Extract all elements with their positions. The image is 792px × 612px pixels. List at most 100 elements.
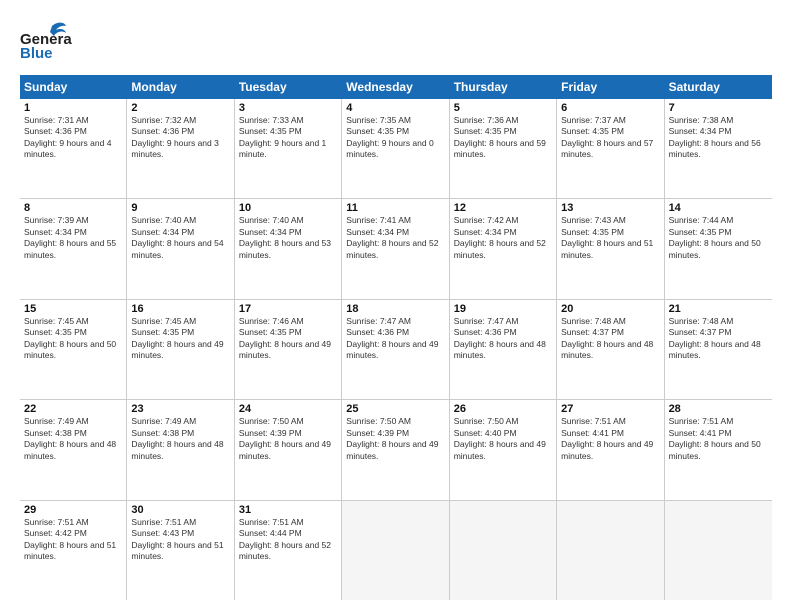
day-info: Sunrise: 7:37 AM Sunset: 4:35 PM Dayligh… <box>561 115 659 161</box>
day-info: Sunrise: 7:51 AM Sunset: 4:43 PM Dayligh… <box>131 517 229 563</box>
daylight-label: Daylight: 8 hours and 50 minutes. <box>669 238 761 259</box>
day-number: 20 <box>561 303 659 315</box>
sunrise-label: Sunrise: 7:35 AM <box>346 115 411 125</box>
day-info: Sunrise: 7:41 AM Sunset: 4:34 PM Dayligh… <box>346 215 444 261</box>
daylight-label: Daylight: 8 hours and 49 minutes. <box>561 439 653 460</box>
day-info: Sunrise: 7:31 AM Sunset: 4:36 PM Dayligh… <box>24 115 122 161</box>
sunset-label: Sunset: 4:38 PM <box>131 428 194 438</box>
day-number: 12 <box>454 202 552 214</box>
sunset-label: Sunset: 4:35 PM <box>346 126 409 136</box>
sunrise-label: Sunrise: 7:51 AM <box>131 517 196 527</box>
day-info: Sunrise: 7:51 AM Sunset: 4:42 PM Dayligh… <box>24 517 122 563</box>
day-cell-5: 5 Sunrise: 7:36 AM Sunset: 4:35 PM Dayli… <box>450 99 557 198</box>
daylight-label: Daylight: 8 hours and 56 minutes. <box>669 138 761 159</box>
sunset-label: Sunset: 4:34 PM <box>454 227 517 237</box>
day-cell-30: 30 Sunrise: 7:51 AM Sunset: 4:43 PM Dayl… <box>127 501 234 600</box>
sunset-label: Sunset: 4:39 PM <box>239 428 302 438</box>
empty-cell <box>342 501 449 600</box>
sunset-label: Sunset: 4:36 PM <box>24 126 87 136</box>
week-row-3: 15 Sunrise: 7:45 AM Sunset: 4:35 PM Dayl… <box>20 300 772 400</box>
day-cell-24: 24 Sunrise: 7:50 AM Sunset: 4:39 PM Dayl… <box>235 400 342 499</box>
svg-text:Blue: Blue <box>20 45 53 60</box>
sunrise-label: Sunrise: 7:45 AM <box>131 316 196 326</box>
day-number: 25 <box>346 403 444 415</box>
day-info: Sunrise: 7:51 AM Sunset: 4:41 PM Dayligh… <box>561 416 659 462</box>
sunset-label: Sunset: 4:44 PM <box>239 528 302 538</box>
daylight-label: Daylight: 9 hours and 0 minutes. <box>346 138 433 159</box>
day-info: Sunrise: 7:44 AM Sunset: 4:35 PM Dayligh… <box>669 215 768 261</box>
header-friday: Friday <box>557 75 664 99</box>
sunset-label: Sunset: 4:36 PM <box>346 327 409 337</box>
day-info: Sunrise: 7:38 AM Sunset: 4:34 PM Dayligh… <box>669 115 768 161</box>
day-number: 27 <box>561 403 659 415</box>
day-number: 28 <box>669 403 768 415</box>
day-cell-4: 4 Sunrise: 7:35 AM Sunset: 4:35 PM Dayli… <box>342 99 449 198</box>
day-info: Sunrise: 7:47 AM Sunset: 4:36 PM Dayligh… <box>346 316 444 362</box>
sunset-label: Sunset: 4:34 PM <box>239 227 302 237</box>
daylight-label: Daylight: 8 hours and 53 minutes. <box>239 238 331 259</box>
sunset-label: Sunset: 4:34 PM <box>346 227 409 237</box>
daylight-label: Daylight: 9 hours and 1 minute. <box>239 138 326 159</box>
sunrise-label: Sunrise: 7:48 AM <box>669 316 734 326</box>
day-number: 5 <box>454 102 552 114</box>
daylight-label: Daylight: 8 hours and 50 minutes. <box>24 339 116 360</box>
day-number: 14 <box>669 202 768 214</box>
day-cell-20: 20 Sunrise: 7:48 AM Sunset: 4:37 PM Dayl… <box>557 300 664 399</box>
daylight-label: Daylight: 8 hours and 49 minutes. <box>346 339 438 360</box>
logo: General Blue <box>20 18 72 65</box>
daylight-label: Daylight: 8 hours and 51 minutes. <box>24 540 116 561</box>
sunset-label: Sunset: 4:37 PM <box>561 327 624 337</box>
day-info: Sunrise: 7:50 AM Sunset: 4:39 PM Dayligh… <box>346 416 444 462</box>
day-number: 29 <box>24 504 122 516</box>
header-thursday: Thursday <box>450 75 557 99</box>
day-info: Sunrise: 7:50 AM Sunset: 4:40 PM Dayligh… <box>454 416 552 462</box>
sunset-label: Sunset: 4:42 PM <box>24 528 87 538</box>
daylight-label: Daylight: 8 hours and 52 minutes. <box>346 238 438 259</box>
day-info: Sunrise: 7:48 AM Sunset: 4:37 PM Dayligh… <box>669 316 768 362</box>
daylight-label: Daylight: 8 hours and 49 minutes. <box>346 439 438 460</box>
sunrise-label: Sunrise: 7:31 AM <box>24 115 89 125</box>
sunrise-label: Sunrise: 7:47 AM <box>454 316 519 326</box>
day-info: Sunrise: 7:43 AM Sunset: 4:35 PM Dayligh… <box>561 215 659 261</box>
day-info: Sunrise: 7:40 AM Sunset: 4:34 PM Dayligh… <box>131 215 229 261</box>
daylight-label: Daylight: 8 hours and 55 minutes. <box>24 238 116 259</box>
day-number: 4 <box>346 102 444 114</box>
sunset-label: Sunset: 4:35 PM <box>561 126 624 136</box>
header-wednesday: Wednesday <box>342 75 449 99</box>
daylight-label: Daylight: 8 hours and 49 minutes. <box>454 439 546 460</box>
daylight-label: Daylight: 8 hours and 48 minutes. <box>24 439 116 460</box>
sunrise-label: Sunrise: 7:46 AM <box>239 316 304 326</box>
day-number: 30 <box>131 504 229 516</box>
day-info: Sunrise: 7:40 AM Sunset: 4:34 PM Dayligh… <box>239 215 337 261</box>
sunrise-label: Sunrise: 7:32 AM <box>131 115 196 125</box>
day-info: Sunrise: 7:35 AM Sunset: 4:35 PM Dayligh… <box>346 115 444 161</box>
header-monday: Monday <box>127 75 234 99</box>
sunrise-label: Sunrise: 7:49 AM <box>24 416 89 426</box>
day-info: Sunrise: 7:48 AM Sunset: 4:37 PM Dayligh… <box>561 316 659 362</box>
daylight-label: Daylight: 8 hours and 59 minutes. <box>454 138 546 159</box>
sunrise-label: Sunrise: 7:33 AM <box>239 115 304 125</box>
sunrise-label: Sunrise: 7:39 AM <box>24 215 89 225</box>
day-number: 22 <box>24 403 122 415</box>
sunset-label: Sunset: 4:35 PM <box>669 227 732 237</box>
day-cell-18: 18 Sunrise: 7:47 AM Sunset: 4:36 PM Dayl… <box>342 300 449 399</box>
day-number: 21 <box>669 303 768 315</box>
sunset-label: Sunset: 4:34 PM <box>669 126 732 136</box>
sunset-label: Sunset: 4:41 PM <box>669 428 732 438</box>
daylight-label: Daylight: 8 hours and 48 minutes. <box>561 339 653 360</box>
empty-cell <box>665 501 772 600</box>
sunset-label: Sunset: 4:35 PM <box>131 327 194 337</box>
sunrise-label: Sunrise: 7:37 AM <box>561 115 626 125</box>
sunset-label: Sunset: 4:35 PM <box>239 327 302 337</box>
day-cell-11: 11 Sunrise: 7:41 AM Sunset: 4:34 PM Dayl… <box>342 199 449 298</box>
day-info: Sunrise: 7:51 AM Sunset: 4:41 PM Dayligh… <box>669 416 768 462</box>
day-info: Sunrise: 7:47 AM Sunset: 4:36 PM Dayligh… <box>454 316 552 362</box>
sunset-label: Sunset: 4:34 PM <box>131 227 194 237</box>
sunset-label: Sunset: 4:35 PM <box>561 227 624 237</box>
day-number: 19 <box>454 303 552 315</box>
sunrise-label: Sunrise: 7:50 AM <box>454 416 519 426</box>
day-number: 17 <box>239 303 337 315</box>
daylight-label: Daylight: 8 hours and 49 minutes. <box>239 439 331 460</box>
sunrise-label: Sunrise: 7:50 AM <box>239 416 304 426</box>
daylight-label: Daylight: 8 hours and 48 minutes. <box>669 339 761 360</box>
